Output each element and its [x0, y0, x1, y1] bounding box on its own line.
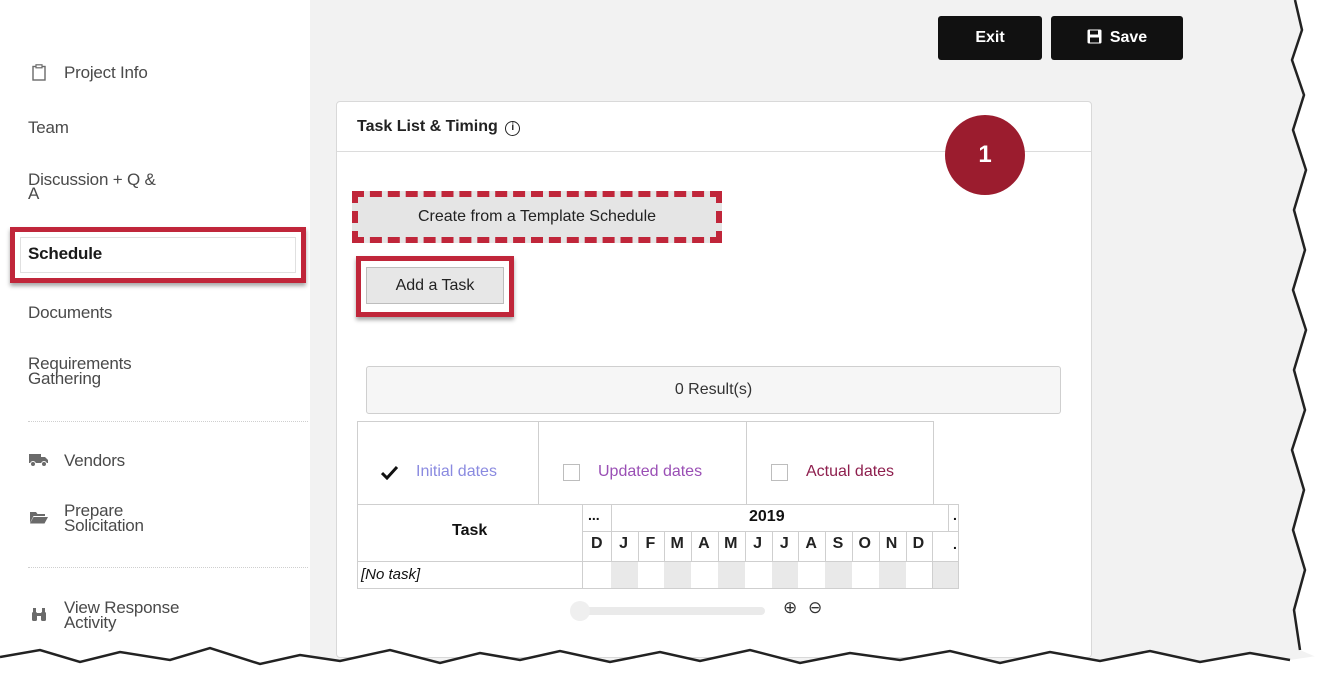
torn-edge-decoration: [0, 0, 1323, 681]
